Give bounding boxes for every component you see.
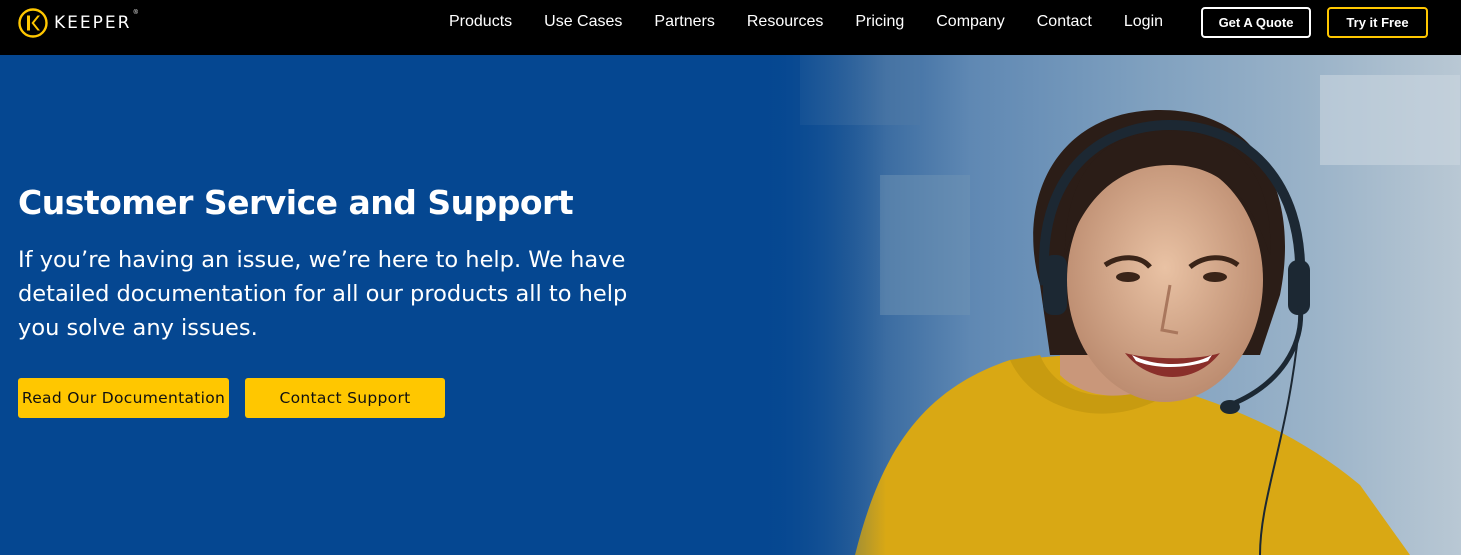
read-documentation-button[interactable]: Read Our Documentation	[18, 378, 229, 418]
nav-item-use-cases[interactable]: Use Cases	[544, 13, 622, 31]
support-agent-illustration	[760, 55, 1461, 555]
nav-item-company[interactable]: Company	[936, 13, 1004, 31]
page-title: Customer Service and Support	[18, 183, 574, 222]
brand-name: KEEPER	[54, 13, 132, 33]
support-agent-photo	[760, 55, 1461, 555]
main-nav: Products Use Cases Partners Resources Pr…	[449, 0, 1163, 44]
nav-item-contact[interactable]: Contact	[1037, 13, 1092, 31]
nav-item-login[interactable]: Login	[1124, 13, 1163, 31]
hero-section: Customer Service and Support If you’re h…	[0, 55, 1461, 555]
trademark-symbol: ®	[133, 10, 138, 16]
keeper-logo[interactable]: KEEPER ®	[18, 8, 138, 38]
contact-support-button[interactable]: Contact Support	[245, 378, 445, 418]
get-a-quote-button[interactable]: Get A Quote	[1201, 7, 1311, 38]
nav-item-products[interactable]: Products	[449, 13, 512, 31]
nav-item-pricing[interactable]: Pricing	[855, 13, 904, 31]
nav-item-resources[interactable]: Resources	[747, 13, 823, 31]
top-navigation-bar: KEEPER ® Products Use Cases Partners Res…	[0, 0, 1461, 55]
nav-item-partners[interactable]: Partners	[654, 13, 714, 31]
hero-description: If you’re having an issue, we’re here to…	[18, 247, 628, 341]
keeper-logo-icon	[18, 8, 48, 38]
try-it-free-button[interactable]: Try it Free	[1327, 7, 1428, 38]
